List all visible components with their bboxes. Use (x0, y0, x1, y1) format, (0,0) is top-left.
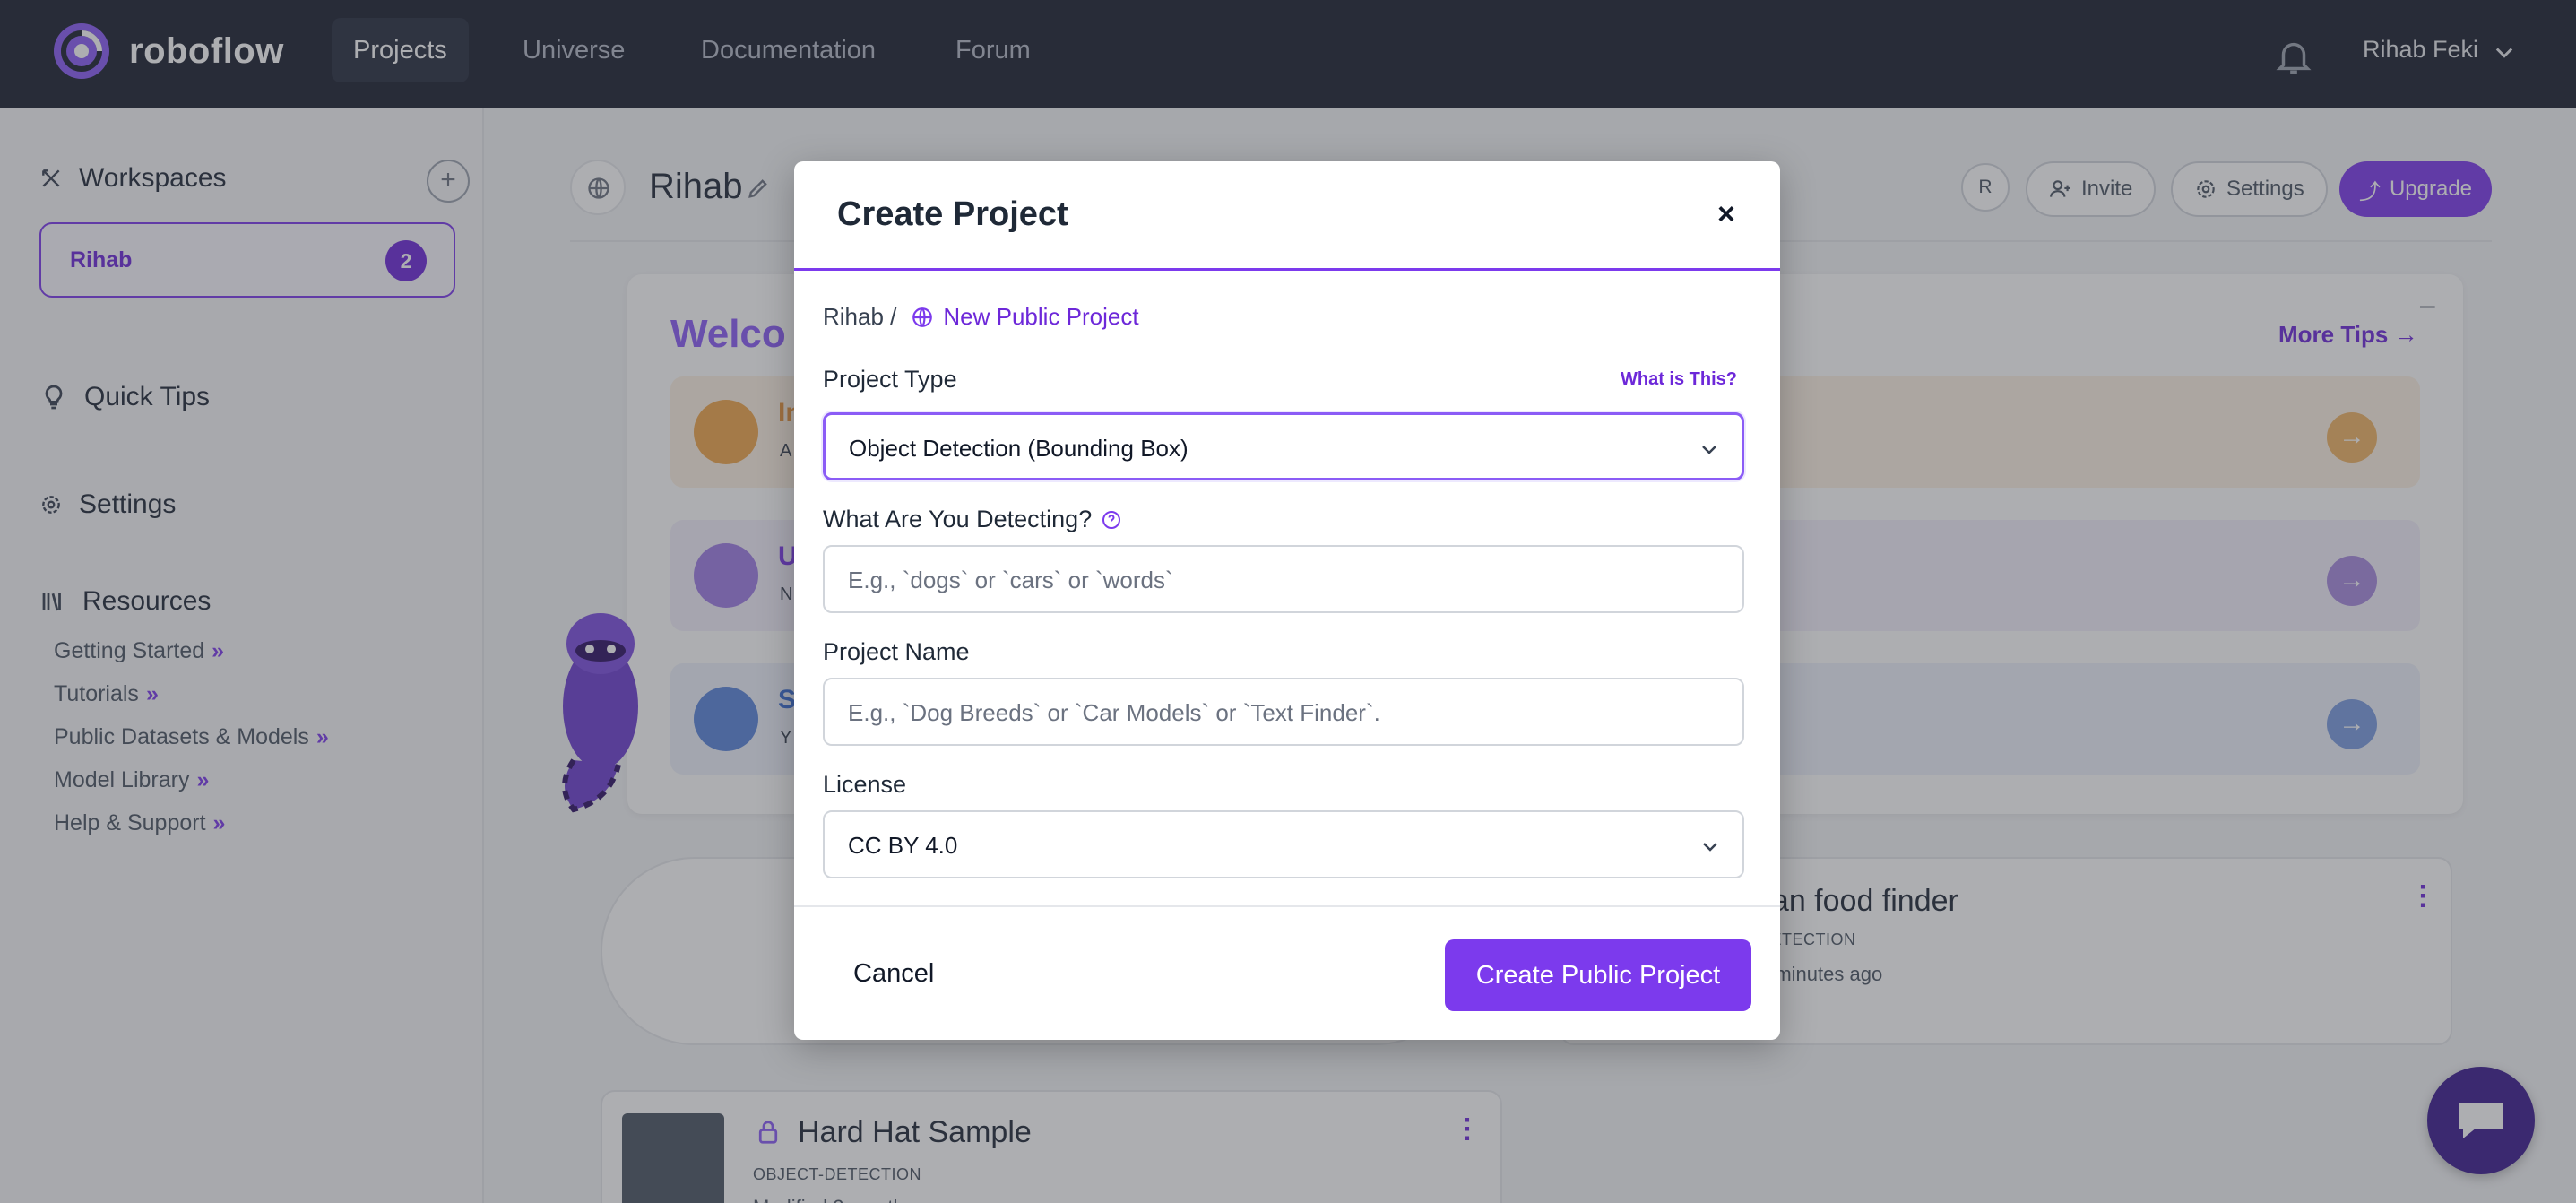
detecting-label: What Are You Detecting? (823, 506, 1093, 532)
globe-icon (912, 307, 933, 327)
project-name-label: Project Name (823, 638, 970, 665)
detecting-placeholder: E.g., `dogs` or `cars` or `words` (848, 567, 1173, 593)
license-select[interactable]: CC BY 4.0 (823, 810, 1744, 878)
chevron-down-icon (1703, 843, 1717, 852)
cancel-button[interactable]: Cancel (853, 959, 934, 989)
project-type-value: Object Detection (Bounding Box) (849, 435, 1189, 462)
breadcrumb-new-label: New Public Project (943, 303, 1139, 330)
breadcrumb-workspace[interactable]: Rihab / (823, 303, 896, 331)
chevron-down-icon (1702, 446, 1716, 454)
close-icon[interactable]: × (1717, 197, 1735, 232)
license-value: CC BY 4.0 (848, 832, 958, 859)
breadcrumb-new-project: New Public Project (896, 303, 1139, 331)
project-type-label: Project Type (823, 366, 957, 393)
project-name-input[interactable]: E.g., `Dog Breeds` or `Car Models` or `T… (823, 678, 1744, 746)
help-circle-icon[interactable] (1101, 509, 1122, 531)
modal-header: Create Project × (794, 161, 1780, 271)
breadcrumb: Rihab / New Public Project (823, 303, 1139, 331)
modal-title: Create Project (837, 195, 1068, 233)
create-project-modal: Create Project × Rihab / New Public Proj… (794, 161, 1780, 1040)
what-is-this-link[interactable]: What is This? (1621, 369, 1737, 390)
license-label: License (823, 771, 907, 798)
project-type-select[interactable]: Object Detection (Bounding Box) (823, 412, 1744, 480)
divider (794, 905, 1780, 907)
create-public-project-button[interactable]: Create Public Project (1445, 939, 1751, 1011)
detecting-input[interactable]: E.g., `dogs` or `cars` or `words` (823, 545, 1744, 613)
detecting-label-row: What Are You Detecting? (823, 506, 1122, 533)
project-name-placeholder: E.g., `Dog Breeds` or `Car Models` or `T… (848, 699, 1380, 726)
